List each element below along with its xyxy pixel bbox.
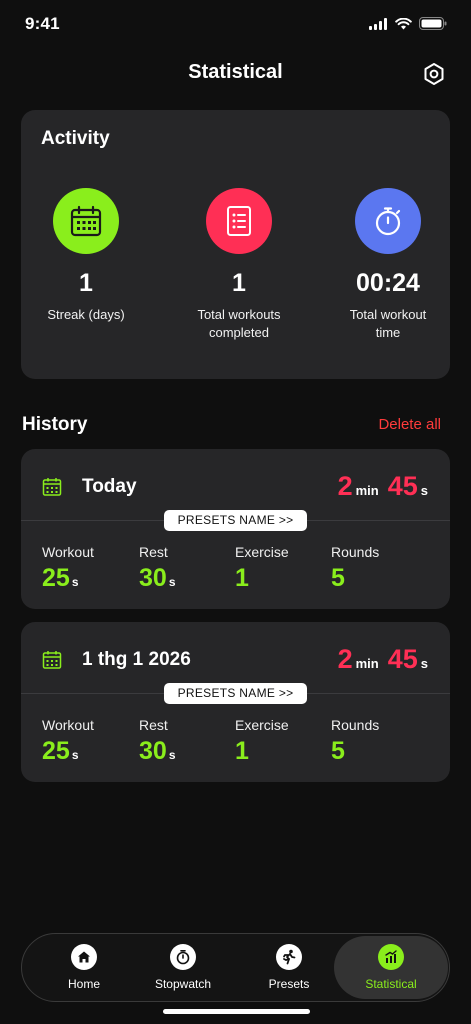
metric-rest-value: 30 s <box>139 564 239 593</box>
bottom-tab-bar: Home Stopwatch Presets Statistical <box>21 933 450 1002</box>
metric-workout-number: 25 <box>42 737 70 765</box>
stat-total-workouts-value: 1 <box>232 269 246 297</box>
tab-statistical[interactable]: Statistical <box>334 936 448 999</box>
tab-home[interactable]: Home <box>27 934 141 1001</box>
activity-title: Activity <box>41 128 110 149</box>
duration-minutes-unit: min <box>355 656 379 671</box>
metric-workout-value: 25 s <box>42 737 142 766</box>
metric-rounds-label: Rounds <box>331 717 380 733</box>
duration-minutes: 2 <box>337 644 353 674</box>
tab-presets[interactable]: Presets <box>232 934 346 1001</box>
wifi-icon <box>395 17 412 29</box>
settings-hex-icon <box>424 63 444 85</box>
battery-icon <box>419 17 447 30</box>
chart-icon <box>378 944 404 970</box>
stat-streak-value: 1 <box>79 269 93 297</box>
running-icon <box>276 944 302 970</box>
session-date: 1 thg 1 2026 <box>82 649 191 670</box>
metric-workout-label: Workout <box>42 717 94 733</box>
stopwatch-icon <box>170 944 196 970</box>
metric-exercise-value: 1 <box>235 564 249 592</box>
calendar-icon <box>42 478 62 496</box>
checklist-icon <box>227 206 251 236</box>
duration-seconds: 45 <box>387 471 418 501</box>
metric-rest-number: 30 <box>139 564 167 592</box>
metric-rounds-label: Rounds <box>331 544 380 560</box>
stat-total-time-label: Total workout time <box>349 307 427 340</box>
metric-rest-label: Rest <box>139 717 168 733</box>
status-icons <box>369 17 447 30</box>
calendar-icon <box>70 205 102 237</box>
duration-minutes-unit: min <box>355 483 379 498</box>
metric-rest-unit: s <box>168 748 176 762</box>
metric-rest: Rest 30 s <box>139 544 239 593</box>
metric-exercise: Exercise 1 <box>235 717 335 766</box>
history-title: History <box>22 414 88 435</box>
tab-home-label: Home <box>67 977 100 991</box>
tab-statistical-label: Statistical <box>365 977 417 991</box>
preset-name-button[interactable]: PRESETS NAME >> <box>164 510 307 531</box>
page-title: Statistical <box>188 61 283 83</box>
activity-card: Activity 1 Streak (days) 1 Total workout… <box>21 110 450 379</box>
metric-workout-value: 25 s <box>42 564 142 593</box>
duration-minutes: 2 <box>337 471 353 501</box>
preset-name-button[interactable]: PRESETS NAME >> <box>164 683 307 704</box>
metric-rounds: Rounds 5 <box>331 717 431 766</box>
metric-rounds: Rounds 5 <box>331 544 431 593</box>
duration-seconds-unit: s <box>420 656 428 671</box>
metric-rest-value: 30 s <box>139 737 239 766</box>
stat-streak-label: Streak (days) <box>47 307 125 322</box>
tab-stopwatch[interactable]: Stopwatch <box>126 934 240 1001</box>
status-time: 9:41 <box>25 14 60 33</box>
status-bar: 9:41 <box>0 0 471 50</box>
metric-workout-label: Workout <box>42 544 94 560</box>
session-duration: 2 min 45 s <box>338 644 428 675</box>
metric-workout: Workout 25 s <box>42 717 142 766</box>
delete-all-button[interactable]: Delete all <box>378 416 441 433</box>
tab-stopwatch-label: Stopwatch <box>154 977 212 991</box>
stopwatch-icon <box>375 207 401 236</box>
stat-total-time-badge <box>355 188 421 254</box>
session-duration: 2 min 45 s <box>338 471 428 502</box>
home-indicator <box>163 1009 310 1014</box>
metric-workout-unit: s <box>71 748 79 762</box>
tab-presets-label: Presets <box>268 977 310 991</box>
metric-rest-unit: s <box>168 575 176 589</box>
metric-rest-number: 30 <box>139 737 167 765</box>
stat-total-workouts-badge <box>206 188 272 254</box>
metric-rest-label: Rest <box>139 544 168 560</box>
duration-seconds: 45 <box>387 644 418 674</box>
metric-exercise-label: Exercise <box>235 544 289 560</box>
stat-streak: 1 Streak (days) <box>16 188 156 324</box>
metric-exercise: Exercise 1 <box>235 544 335 593</box>
history-session-card[interactable]: Today 2 min 45 s PRESETS NAME >> Workout… <box>21 449 450 609</box>
metric-exercise-label: Exercise <box>235 717 289 733</box>
duration-seconds-unit: s <box>420 483 428 498</box>
history-session-card[interactable]: 1 thg 1 2026 2 min 45 s PRESETS NAME >> … <box>21 622 450 782</box>
home-icon <box>71 944 97 970</box>
metric-workout: Workout 25 s <box>42 544 142 593</box>
stat-streak-badge <box>53 188 119 254</box>
metric-workout-number: 25 <box>42 564 70 592</box>
settings-button[interactable] <box>421 61 447 87</box>
stat-total-time-value: 00:24 <box>356 269 420 297</box>
stat-total-time: 00:24 Total workout time <box>318 188 458 342</box>
header: Statistical <box>0 56 471 92</box>
calendar-icon <box>42 651 62 669</box>
cellular-signal-icon <box>369 17 387 30</box>
metric-exercise-value: 1 <box>235 737 249 765</box>
metric-rest: Rest 30 s <box>139 717 239 766</box>
metric-workout-unit: s <box>71 575 79 589</box>
stat-total-workouts: 1 Total workouts completed <box>169 188 309 342</box>
stat-total-workouts-label: Total workouts completed <box>197 307 281 340</box>
metric-rounds-value: 5 <box>331 564 345 592</box>
metric-rounds-value: 5 <box>331 737 345 765</box>
session-date: Today <box>82 476 137 497</box>
